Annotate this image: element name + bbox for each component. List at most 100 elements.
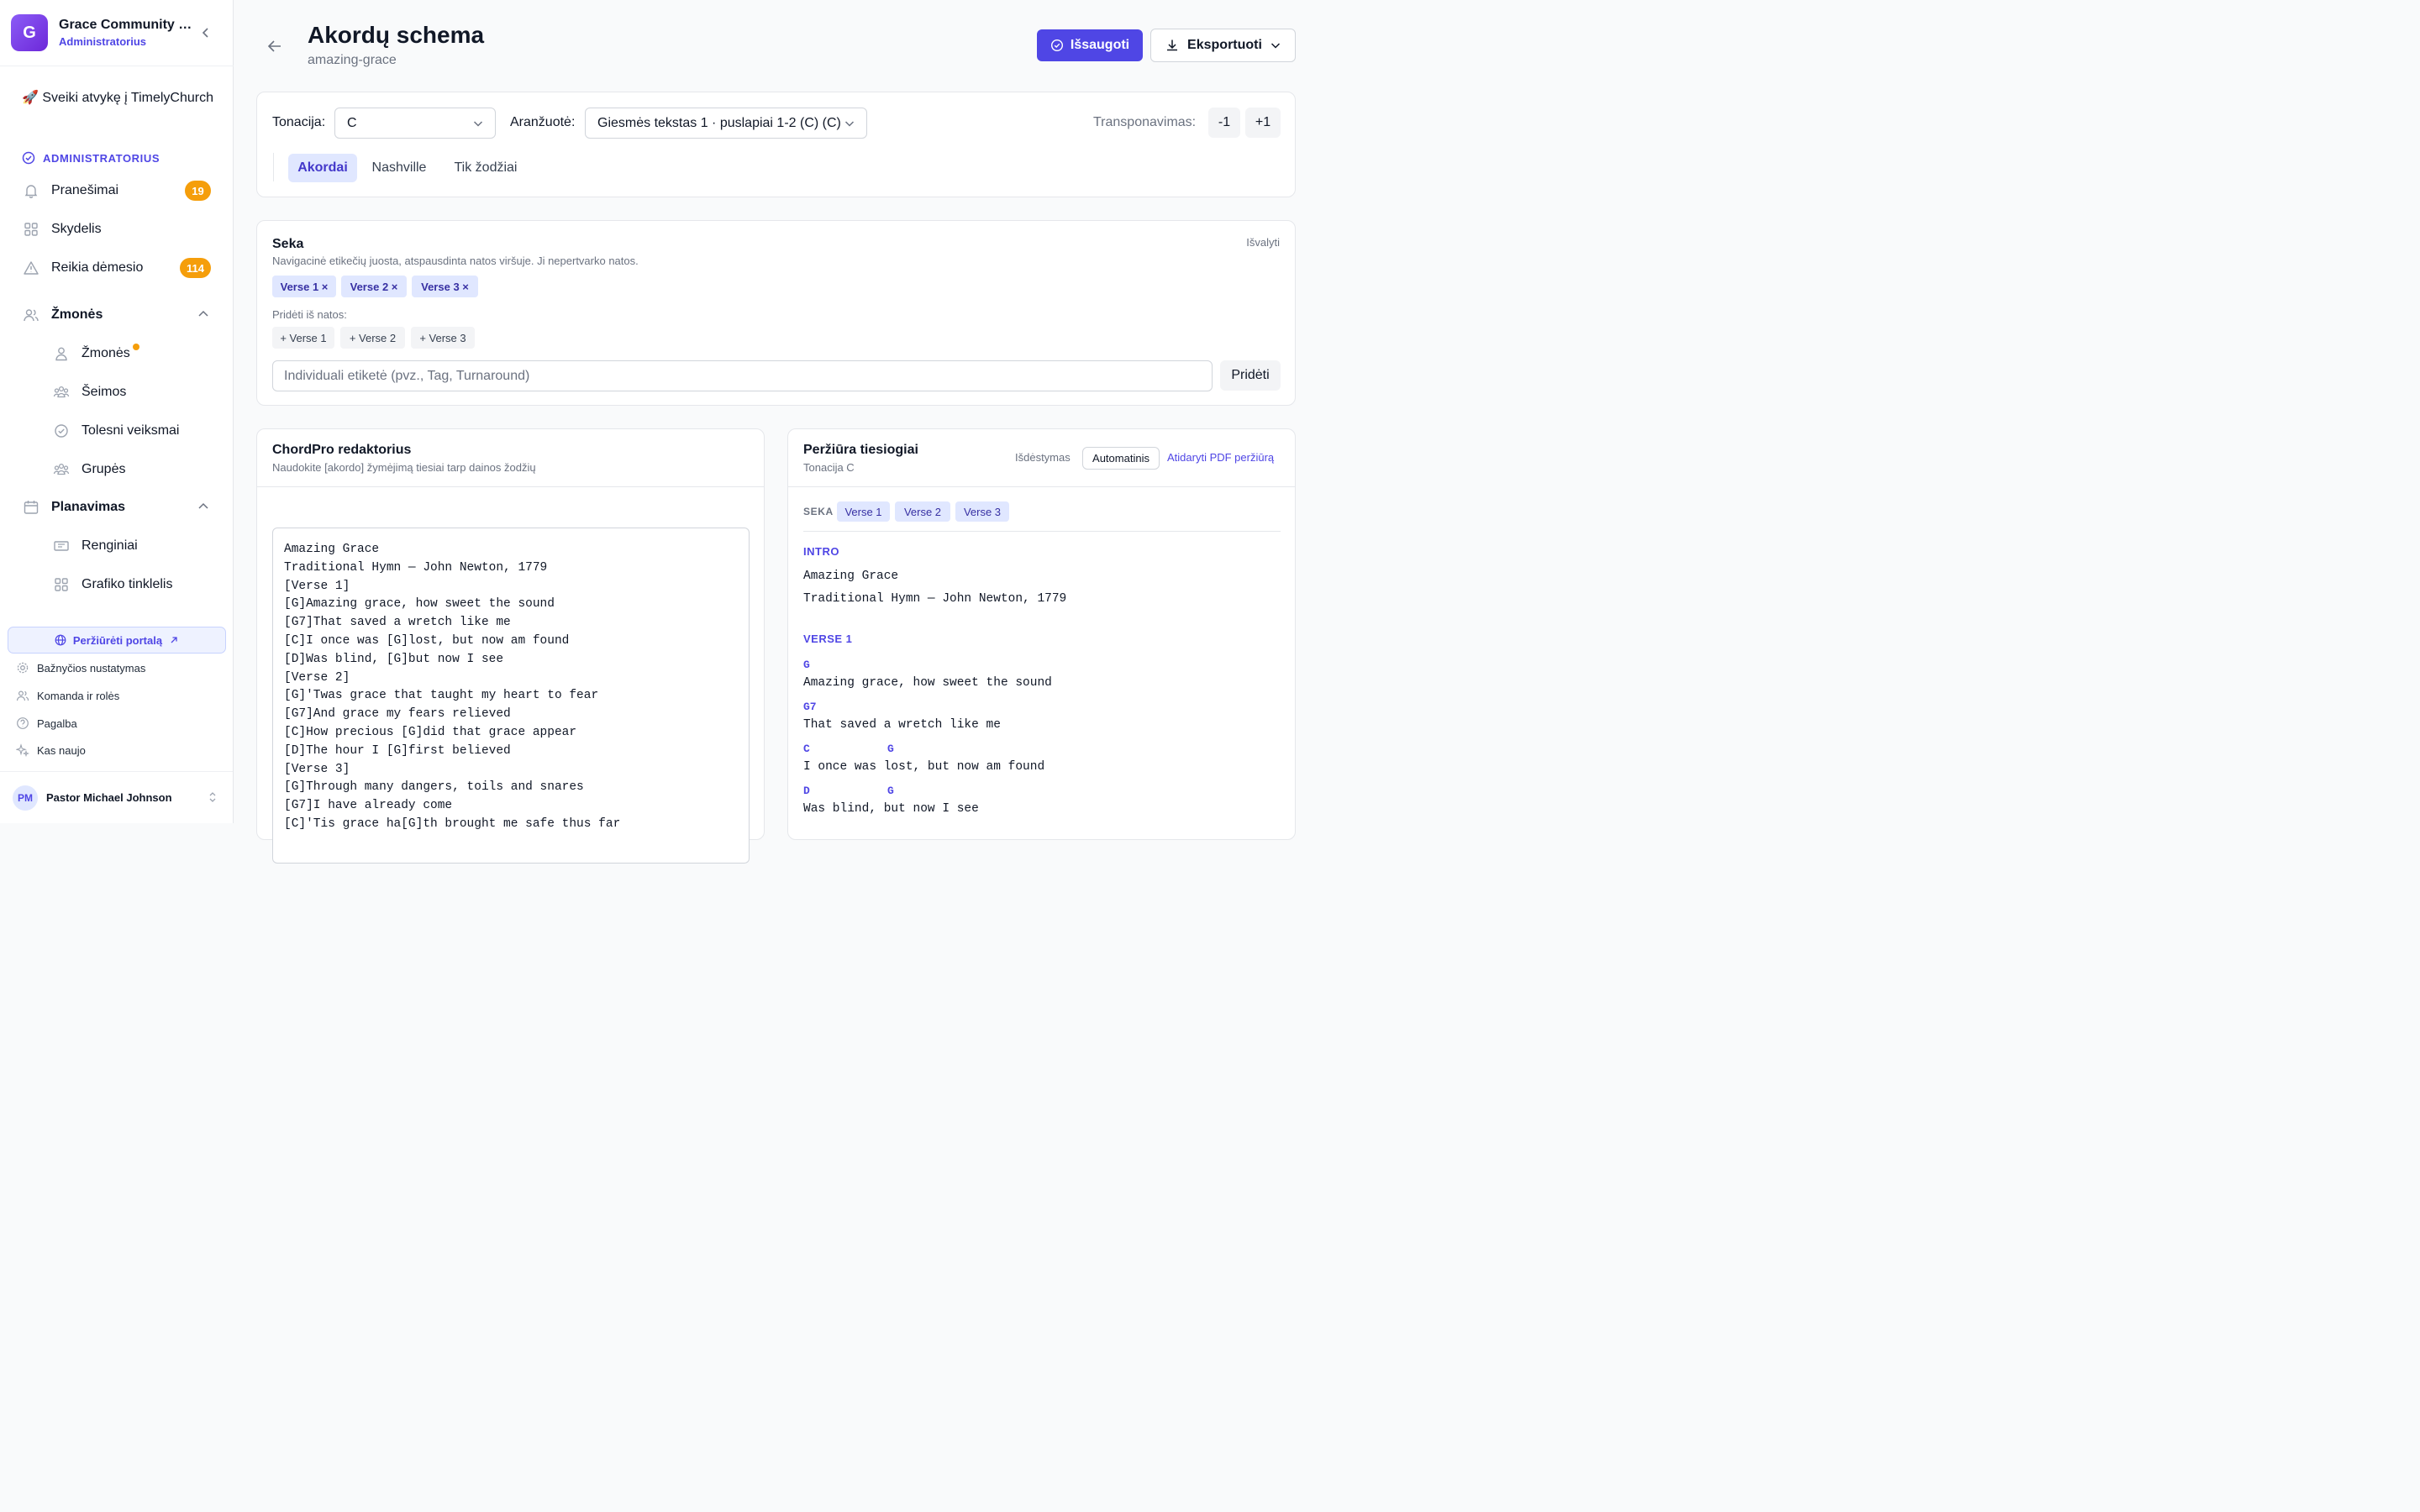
- church-settings-link[interactable]: Bažnyčios nustatymas: [16, 659, 145, 677]
- family-icon: [52, 383, 71, 402]
- sidebar-item-groups[interactable]: Grupės: [52, 455, 215, 484]
- chevron-down-icon: [1270, 43, 1280, 49]
- preview-sequence-bar: SEKA Verse 1 Verse 2 Verse 3: [803, 501, 1281, 532]
- page-subtitle: amazing-grace: [308, 53, 397, 67]
- preview-title: Peržiūra tiesiogiai: [803, 443, 918, 457]
- add-verse-1-button[interactable]: + Verse 1: [272, 327, 334, 349]
- section-label-admin: ADMINISTRATORIUS: [22, 151, 160, 165]
- globe-icon: [55, 634, 66, 646]
- arrow-left-icon: [267, 40, 281, 52]
- ticket-icon: [52, 537, 71, 555]
- whats-new-link[interactable]: Kas naujo: [16, 741, 86, 759]
- sequence-chip-verse-3[interactable]: Verse 3 ×: [412, 276, 478, 297]
- save-label: Išsaugoti: [1070, 38, 1130, 52]
- preview-sequence-label: SEKA: [803, 506, 834, 517]
- check-circle-icon: [1050, 39, 1063, 52]
- sequence-description: Navigacinė etikečių juosta, atspausdinta…: [272, 255, 639, 267]
- arrangement-label: Aranžuotė:: [510, 115, 576, 129]
- arrangement-value: Giesmės tekstas 1 · puslapiai 1-2 (C) (C…: [597, 115, 841, 130]
- arrangement-select[interactable]: Giesmės tekstas 1 · puslapiai 1-2 (C) (C…: [585, 108, 867, 139]
- collapse-sidebar-button[interactable]: [197, 24, 215, 42]
- chevron-up-down-icon: [207, 790, 218, 808]
- sidebar-item-families[interactable]: Šeimos: [52, 378, 215, 407]
- back-button[interactable]: [264, 35, 286, 57]
- users-icon: [22, 306, 40, 324]
- sidebar-item-attention[interactable]: Reikia dėmesio 114: [22, 254, 215, 282]
- team-roles-link[interactable]: Komanda ir rolės: [16, 686, 119, 705]
- view-portal-label: Peržiūrėti portalą: [72, 633, 163, 647]
- add-custom-label-button[interactable]: Pridėti: [1220, 360, 1281, 391]
- layout-label: Išdėstymas: [1015, 451, 1071, 464]
- chevron-left-icon: [202, 28, 208, 38]
- preview-lyric-line: Was blind, but now I see: [803, 802, 979, 816]
- custom-label-input[interactable]: [272, 360, 1213, 391]
- team-roles-label: Komanda ir rolės: [37, 689, 120, 702]
- add-verse-2-button[interactable]: + Verse 2: [340, 327, 405, 349]
- sidebar-item-label: Reikia dėmesio: [51, 260, 144, 275]
- tab-nashville[interactable]: Nashville: [361, 154, 437, 182]
- sidebar-item-label: Tolesni veiksmai: [82, 423, 180, 438]
- preview-sequence-chip: Verse 3: [955, 501, 1009, 522]
- key-select[interactable]: C: [334, 108, 496, 139]
- preview-chord: G: [887, 743, 894, 755]
- sidebar-group-people[interactable]: Žmonės: [22, 301, 215, 329]
- user-name: Pastor Michael Johnson: [46, 791, 172, 804]
- attention-badge: 114: [180, 258, 211, 278]
- sidebar-item-people[interactable]: Žmonės: [52, 339, 215, 368]
- sidebar-group-planning[interactable]: Planavimas: [22, 493, 215, 522]
- transpose-up-button[interactable]: +1: [1245, 108, 1281, 138]
- users-icon: [16, 689, 29, 702]
- sequence-chip-verse-1[interactable]: Verse 1 ×: [272, 276, 336, 297]
- sidebar-item-dashboard[interactable]: Skydelis: [22, 215, 215, 244]
- preview-chord: G: [803, 659, 810, 671]
- preview-section-intro: INTRO: [803, 545, 839, 558]
- sidebar-item-notifications[interactable]: Pranešimai 19: [22, 176, 215, 205]
- save-button[interactable]: Išsaugoti: [1037, 29, 1143, 61]
- view-portal-button[interactable]: Peržiūrėti portalą: [8, 627, 226, 654]
- sequence-card: Seka Navigacinė etikečių juosta, atspaus…: [256, 220, 1296, 406]
- add-verse-3-button[interactable]: + Verse 3: [411, 327, 475, 349]
- sequence-chip-verse-2[interactable]: Verse 2 ×: [341, 276, 407, 297]
- export-button[interactable]: Eksportuoti: [1150, 29, 1296, 62]
- sidebar-item-label: Renginiai: [82, 538, 138, 553]
- sidebar-item-schedule-grid[interactable]: Grafiko tinklelis: [52, 570, 215, 599]
- sidebar-item-label: Žmonės: [82, 346, 130, 360]
- sidebar-item-events[interactable]: Renginiai: [52, 532, 215, 560]
- tab-chords[interactable]: Akordai: [288, 154, 357, 182]
- calendar-icon: [22, 498, 40, 517]
- sequence-title: Seka: [272, 237, 304, 251]
- preview-intro-line: Traditional Hymn — John Newton, 1779: [803, 592, 1067, 606]
- help-circle-icon: [16, 717, 29, 730]
- sidebar-group-label: Žmonės: [51, 307, 103, 322]
- layout-select[interactable]: Automatinis: [1082, 447, 1160, 470]
- check-circle-icon: [52, 422, 71, 440]
- preview-intro-line: Amazing Grace: [803, 570, 899, 583]
- preview-chord: G: [887, 785, 894, 797]
- page-title: Akordų schema: [308, 22, 485, 48]
- user-menu[interactable]: PM Pastor Michael Johnson: [0, 771, 233, 823]
- whats-new-label: Kas naujo: [37, 743, 86, 757]
- chordpro-editor-card: ChordPro redaktorius Naudokite [akordo] …: [256, 428, 765, 864]
- help-link[interactable]: Pagalba: [16, 714, 77, 732]
- church-settings-label: Bažnyčios nustatymas: [37, 661, 146, 675]
- download-icon: [1167, 39, 1178, 51]
- export-label: Eksportuoti: [1187, 38, 1262, 52]
- tab-lyrics-only[interactable]: Tik žodžiai: [442, 154, 529, 182]
- preview-chord: D: [803, 785, 810, 797]
- org-switcher[interactable]: G Grace Community Church Administratoriu…: [0, 0, 234, 66]
- chevron-up-icon: [197, 500, 210, 517]
- key-label: Tonacija:: [272, 115, 326, 129]
- chordpro-textarea[interactable]: Amazing Grace Traditional Hymn — John Ne…: [272, 528, 750, 864]
- chevron-up-icon: [197, 307, 210, 325]
- bell-icon: [22, 181, 40, 200]
- grid-icon: [52, 575, 71, 594]
- tab-divider: [273, 153, 274, 181]
- clear-sequence-button[interactable]: Išvalyti: [1246, 236, 1280, 249]
- preview-sequence-chip: Verse 1: [837, 501, 890, 522]
- sidebar-item-label: Grupės: [82, 462, 126, 476]
- gear-icon: [16, 661, 29, 675]
- sidebar-item-followups[interactable]: Tolesni veiksmai: [52, 417, 215, 445]
- org-logo: G: [11, 14, 48, 51]
- transpose-down-button[interactable]: -1: [1208, 108, 1240, 138]
- open-pdf-preview-link[interactable]: Atidaryti PDF peržiūrą: [1167, 451, 1274, 464]
